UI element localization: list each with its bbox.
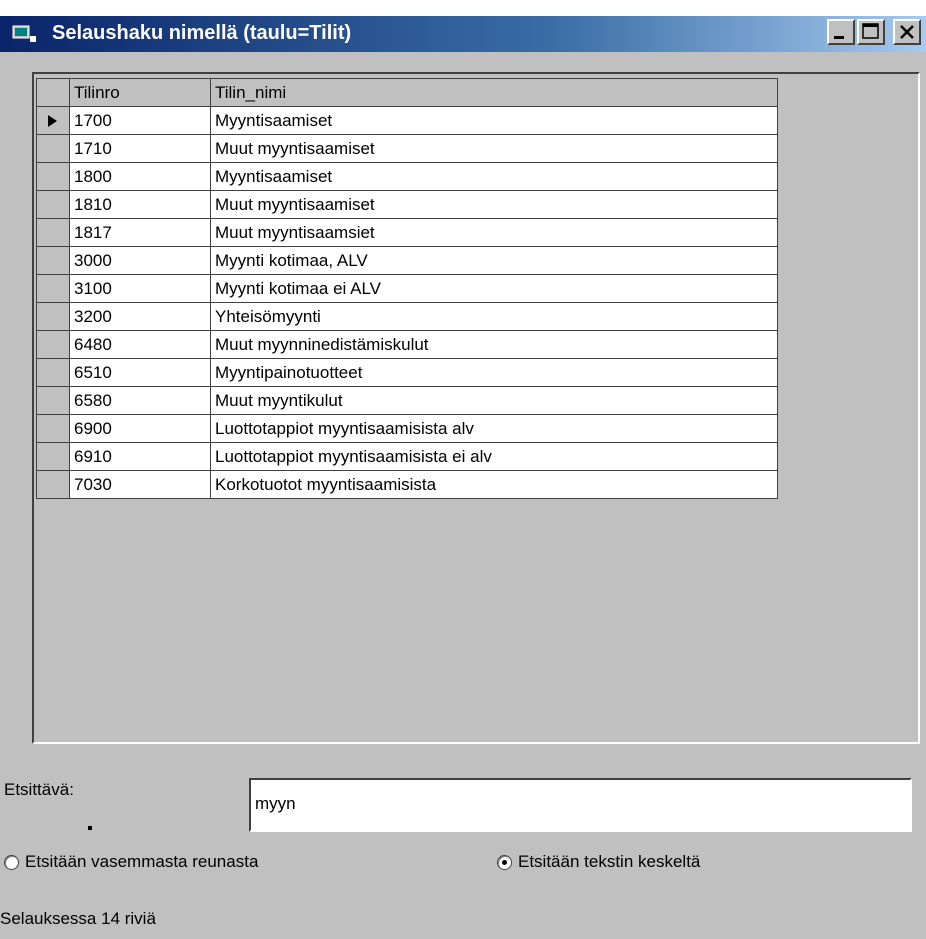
cell-tilinro[interactable]: 1817 xyxy=(69,218,211,247)
column-header-tilinro[interactable]: Tilinro xyxy=(69,78,211,107)
cell-tilinro[interactable]: 3100 xyxy=(69,274,211,303)
row-selector[interactable] xyxy=(36,274,70,303)
window-title: Selaushaku nimellä (taulu=Tilit) xyxy=(52,22,352,44)
cell-tilin-nimi[interactable]: Luottotappiot myyntisaamisista ei alv xyxy=(210,442,778,471)
cell-tilinro[interactable]: 3000 xyxy=(69,246,211,275)
table-row[interactable]: 6900 Luottotappiot myyntisaamisista alv xyxy=(36,414,778,443)
corner-cell xyxy=(36,78,70,107)
table-row[interactable]: 1810 Muut myyntisaamiset xyxy=(36,190,778,219)
cell-tilin-nimi[interactable]: Muut myyntisaamsiet xyxy=(210,218,778,247)
minimize-icon xyxy=(834,36,844,39)
cell-tilinro[interactable]: 6910 xyxy=(69,442,211,471)
data-grid[interactable]: Tilinro Tilin_nimi 1700 Myyntisaamiset 171… xyxy=(32,72,920,744)
cell-tilinro[interactable]: 1800 xyxy=(69,162,211,191)
cell-tilin-nimi[interactable]: Myyntipainotuotteet xyxy=(210,358,778,387)
row-selector[interactable] xyxy=(36,414,70,443)
minimize-button[interactable] xyxy=(827,19,855,45)
row-selector[interactable] xyxy=(36,470,70,499)
top-strip xyxy=(0,0,926,16)
table-row[interactable]: 1710 Muut myyntisaamiset xyxy=(36,134,778,163)
cell-tilin-nimi[interactable]: Korkotuotot myyntisaamisista xyxy=(210,470,778,499)
status-text: Selauksessa 14 riviä xyxy=(0,909,156,928)
radio-label-middle: Etsitään tekstin keskeltä xyxy=(518,852,701,871)
cell-tilin-nimi[interactable]: Yhteisömyynti xyxy=(210,302,778,331)
cell-tilin-nimi[interactable]: Muut myyntisaamiset xyxy=(210,134,778,163)
cell-tilin-nimi[interactable]: Myynti kotimaa ei ALV xyxy=(210,274,778,303)
cell-tilin-nimi[interactable]: Luottotappiot myyntisaamisista alv xyxy=(210,414,778,443)
table-row[interactable]: 6510 Myyntipainotuotteet xyxy=(36,358,778,387)
grid-body: 1700 Myyntisaamiset 1710 Muut myyntisaamise… xyxy=(36,106,778,499)
close-icon xyxy=(900,25,914,39)
cell-tilinro[interactable]: 7030 xyxy=(69,470,211,499)
cell-tilin-nimi[interactable]: Myyntisaamiset xyxy=(210,106,778,135)
row-selector[interactable] xyxy=(36,442,70,471)
row-selector[interactable] xyxy=(36,358,70,387)
search-input[interactable]: myyn xyxy=(249,778,912,832)
radio-button-unchecked[interactable] xyxy=(4,854,19,870)
search-label: Etsittävä: xyxy=(4,780,74,799)
table-row[interactable]: 1700 Myyntisaamiset xyxy=(36,106,778,135)
column-header-tilin-nimi[interactable]: Tilin_nimi xyxy=(210,78,778,107)
cell-tilin-nimi[interactable]: Myyntisaamiset xyxy=(210,162,778,191)
focus-marker xyxy=(88,826,92,830)
radio-search-left[interactable]: Etsitään vasemmasta reunasta xyxy=(4,852,258,872)
grid-table: Tilinro Tilin_nimi 1700 Myyntisaamiset 171… xyxy=(36,78,778,499)
table-row[interactable]: 3000 Myynti kotimaa, ALV xyxy=(36,246,778,275)
cell-tilinro[interactable]: 6510 xyxy=(69,358,211,387)
row-selector[interactable] xyxy=(36,330,70,359)
cell-tilin-nimi[interactable]: Muut myyntikulut xyxy=(210,386,778,415)
radio-label-left: Etsitään vasemmasta reunasta xyxy=(25,852,259,871)
cell-tilinro[interactable]: 1700 xyxy=(69,106,211,135)
cell-tilinro[interactable]: 1810 xyxy=(69,190,211,219)
cell-tilin-nimi[interactable]: Muut myynninedistämiskulut xyxy=(210,330,778,359)
cell-tilinro[interactable]: 3200 xyxy=(69,302,211,331)
cell-tilinro[interactable]: 6900 xyxy=(69,414,211,443)
row-selector[interactable] xyxy=(36,386,70,415)
table-row[interactable]: 6580 Muut myyntikulut xyxy=(36,386,778,415)
table-row[interactable]: 3100 Myynti kotimaa ei ALV xyxy=(36,274,778,303)
cell-tilin-nimi[interactable]: Myynti kotimaa, ALV xyxy=(210,246,778,275)
table-row[interactable]: 6910 Luottotappiot myyntisaamisista ei al… xyxy=(36,442,778,471)
table-row[interactable]: 3200 Yhteisömyynti xyxy=(36,302,778,331)
row-selector[interactable] xyxy=(36,218,70,247)
cell-tilinro[interactable]: 1710 xyxy=(69,134,211,163)
table-row[interactable]: 7030 Korkotuotot myyntisaamisista xyxy=(36,470,778,499)
row-selector[interactable] xyxy=(36,106,70,135)
row-selector[interactable] xyxy=(36,302,70,331)
row-selector[interactable] xyxy=(36,162,70,191)
close-button[interactable] xyxy=(893,19,921,45)
table-row[interactable]: 1800 Myyntisaamiset xyxy=(36,162,778,191)
grid-header-row: Tilinro Tilin_nimi xyxy=(36,78,778,107)
row-selector[interactable] xyxy=(36,246,70,275)
cell-tilinro[interactable]: 6580 xyxy=(69,386,211,415)
radio-search-middle[interactable]: Etsitään tekstin keskeltä xyxy=(497,852,700,872)
table-row[interactable]: 6480 Muut myynninedistämiskulut xyxy=(36,330,778,359)
row-selector[interactable] xyxy=(36,190,70,219)
window: Selaushaku nimellä (taulu=Tilit) Tilinro… xyxy=(0,0,926,939)
cell-tilin-nimi[interactable]: Muut myyntisaamiset xyxy=(210,190,778,219)
row-selector[interactable] xyxy=(36,134,70,163)
cell-tilinro[interactable]: 6480 xyxy=(69,330,211,359)
current-row-arrow-icon xyxy=(48,115,57,127)
app-icon[interactable] xyxy=(12,24,38,44)
table-row[interactable]: 1817 Muut myyntisaamsiet xyxy=(36,218,778,247)
maximize-icon xyxy=(862,23,879,39)
maximize-button[interactable] xyxy=(857,19,885,45)
radio-button-checked[interactable] xyxy=(497,854,512,870)
